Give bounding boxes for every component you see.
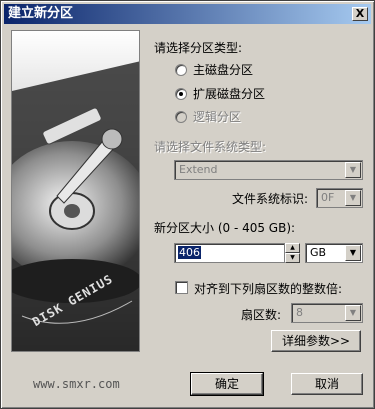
- filesystem-type-value: Extend: [179, 163, 218, 176]
- radio-primary-partition[interactable]: 主磁盘分区: [175, 61, 253, 78]
- spin-down-icon[interactable]: ▼: [285, 253, 300, 263]
- filesystem-id-label: 文件系统标识:: [232, 192, 309, 206]
- filesystem-type-label: 请选择文件系统类型:: [154, 140, 267, 154]
- chevron-down-icon: ▼: [345, 245, 361, 261]
- disk-illustration-panel: DISK GENIUS: [11, 30, 140, 352]
- radio-label: 逻辑分区: [193, 110, 242, 124]
- details-button[interactable]: 详细参数>>: [271, 330, 361, 352]
- filesystem-id-value: 0F: [321, 191, 335, 204]
- filesystem-id-select[interactable]: 0F ▼: [316, 188, 363, 208]
- partition-type-label: 请选择分区类型:: [154, 41, 243, 55]
- chevron-down-icon: ▼: [345, 190, 361, 206]
- create-partition-dialog: 建立新分区 X DISK GENIUS www.smxr.com 请选择分区类型…: [0, 0, 375, 409]
- align-sectors-checkbox[interactable]: [175, 281, 188, 294]
- sector-count-select[interactable]: 8 ▼: [291, 303, 363, 323]
- partition-size-spinner[interactable]: ▲ ▼: [285, 243, 300, 263]
- window-title: 建立新分区: [8, 6, 74, 21]
- align-sectors-label: 对齐到下列扇区数的整数倍:: [194, 282, 343, 296]
- chevron-down-icon: ▼: [345, 162, 361, 178]
- radio-dot: [175, 110, 187, 123]
- website-label: www.smxr.com: [33, 377, 120, 391]
- size-unit-select[interactable]: GB ▼: [305, 243, 363, 263]
- radio-logical-partition[interactable]: 逻辑分区: [175, 108, 241, 125]
- sector-count-label: 扇区数:: [241, 308, 282, 322]
- title-bar: 建立新分区 X: [4, 4, 371, 24]
- filesystem-type-select[interactable]: Extend ▼: [174, 160, 363, 180]
- radio-label: 扩展磁盘分区: [193, 87, 266, 101]
- radio-dot: [175, 63, 187, 76]
- ok-button[interactable]: 确定: [190, 372, 264, 396]
- size-unit-value: GB: [310, 246, 327, 259]
- partition-size-label: 新分区大小 (0 - 405 GB):: [154, 221, 296, 235]
- partition-size-input[interactable]: 406: [174, 243, 285, 263]
- spin-up-icon[interactable]: ▲: [285, 243, 300, 253]
- radio-label: 主磁盘分区: [193, 63, 254, 77]
- sector-count-value: 8: [296, 306, 303, 319]
- radio-dot-selected: [175, 87, 187, 100]
- cancel-button[interactable]: 取消: [291, 373, 363, 395]
- radio-extended-partition[interactable]: 扩展磁盘分区: [175, 85, 265, 102]
- chevron-down-icon: ▼: [345, 305, 361, 321]
- partition-size-value: 406: [178, 246, 201, 259]
- close-button[interactable]: X: [352, 7, 368, 21]
